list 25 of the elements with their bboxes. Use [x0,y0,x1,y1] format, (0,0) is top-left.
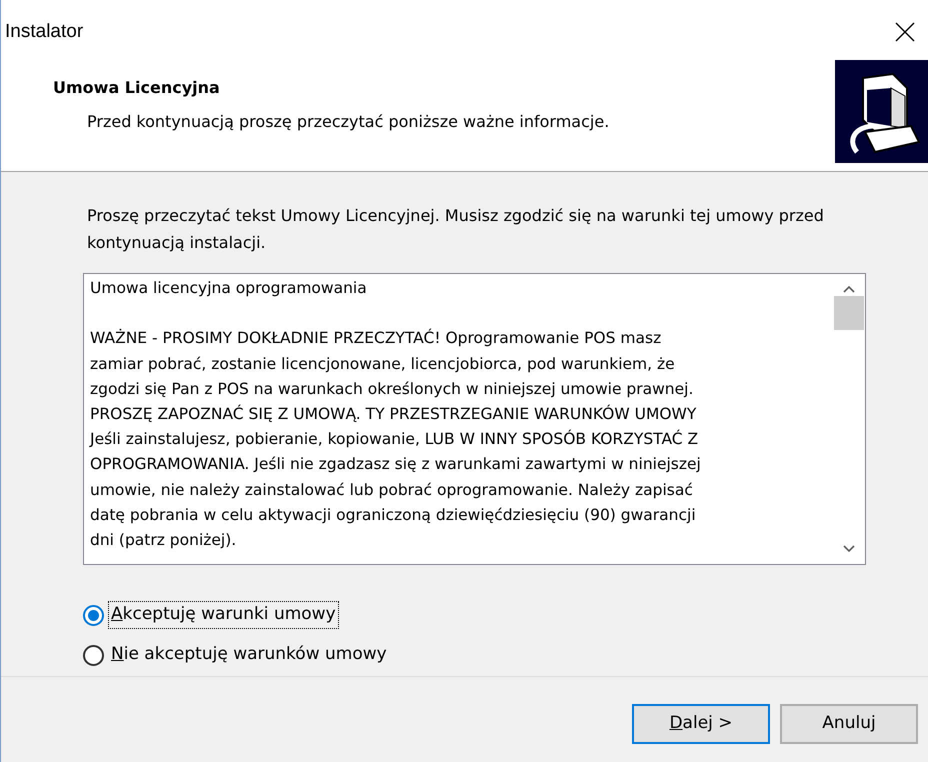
license-text-line: dni (patrz poniżej). [90,530,238,552]
license-text-line: PROSZĘ ZAPOZNAĆ SIĘ Z UMOWĄ. TY PRZESTRZEGANIE WARUNKÓW UMOWY [90,404,698,425]
license-text-box[interactable] [83,273,866,565]
radio-label[interactable]: Akceptuję warunki umowy [108,601,339,629]
next-button[interactable]: Dalej > [632,704,770,744]
radio-button[interactable] [83,604,104,626]
license-text-line: datę pobrania w celu aktywacji ograniczoną dziewięćdziesięciu (90) gwarancji [90,504,697,526]
scroll-up-icon[interactable] [842,284,856,294]
scrollbar-thumb[interactable] [834,296,864,330]
license-text-line: Jeśli zainstalujesz, pobieranie, kopiowanie, LUB W INNY SPOSÓB KORZYSTAĆ Z [90,428,700,450]
radio-label[interactable]: Nie akceptuję warunków umowy [108,641,390,669]
page-title: Umowa Licencyjna [53,77,221,99]
instruction-text: Proszę przeczytać tekst Umowy Licencyjnej. Musisz zgodzić się na warunki tej umowy przed kontynuacją instalacji. [87,205,825,254]
close-icon [895,22,915,42]
cancel-button[interactable]: Anuluj [780,704,918,744]
window-title: Instalator [5,20,84,44]
license-text-line: umowie, nie należy zainstalować lub pobrać oprogramowanie. Należy zapisać [90,480,694,501]
page-subtitle: Przed kontynuacją proszę przeczytać poniższe ważne informacje. [87,111,610,133]
license-text-line: zamiar pobrać, zostanie licencjonowane, licencjobiorca, pod warunkiem, że [90,354,676,375]
scroll-down-icon[interactable] [842,544,856,554]
license-text-line: zgodzi się Pan z POS na warunkach określonych w niniejszej umowie prawnej. [90,378,694,400]
radio-button[interactable] [83,644,104,666]
license-text-line: WAŻNE - PROSIMY DOKŁADNIE PRZECZYTAĆ! Oprogramowanie POS masz [90,328,662,350]
license-text-line: Umowa licencyjna oprogramowania [90,278,368,299]
license-text-line: OPROGRAMOWANIA. Jeśli nie zgadzasz się z warunkami zawartymi w niniejszej [90,454,702,476]
